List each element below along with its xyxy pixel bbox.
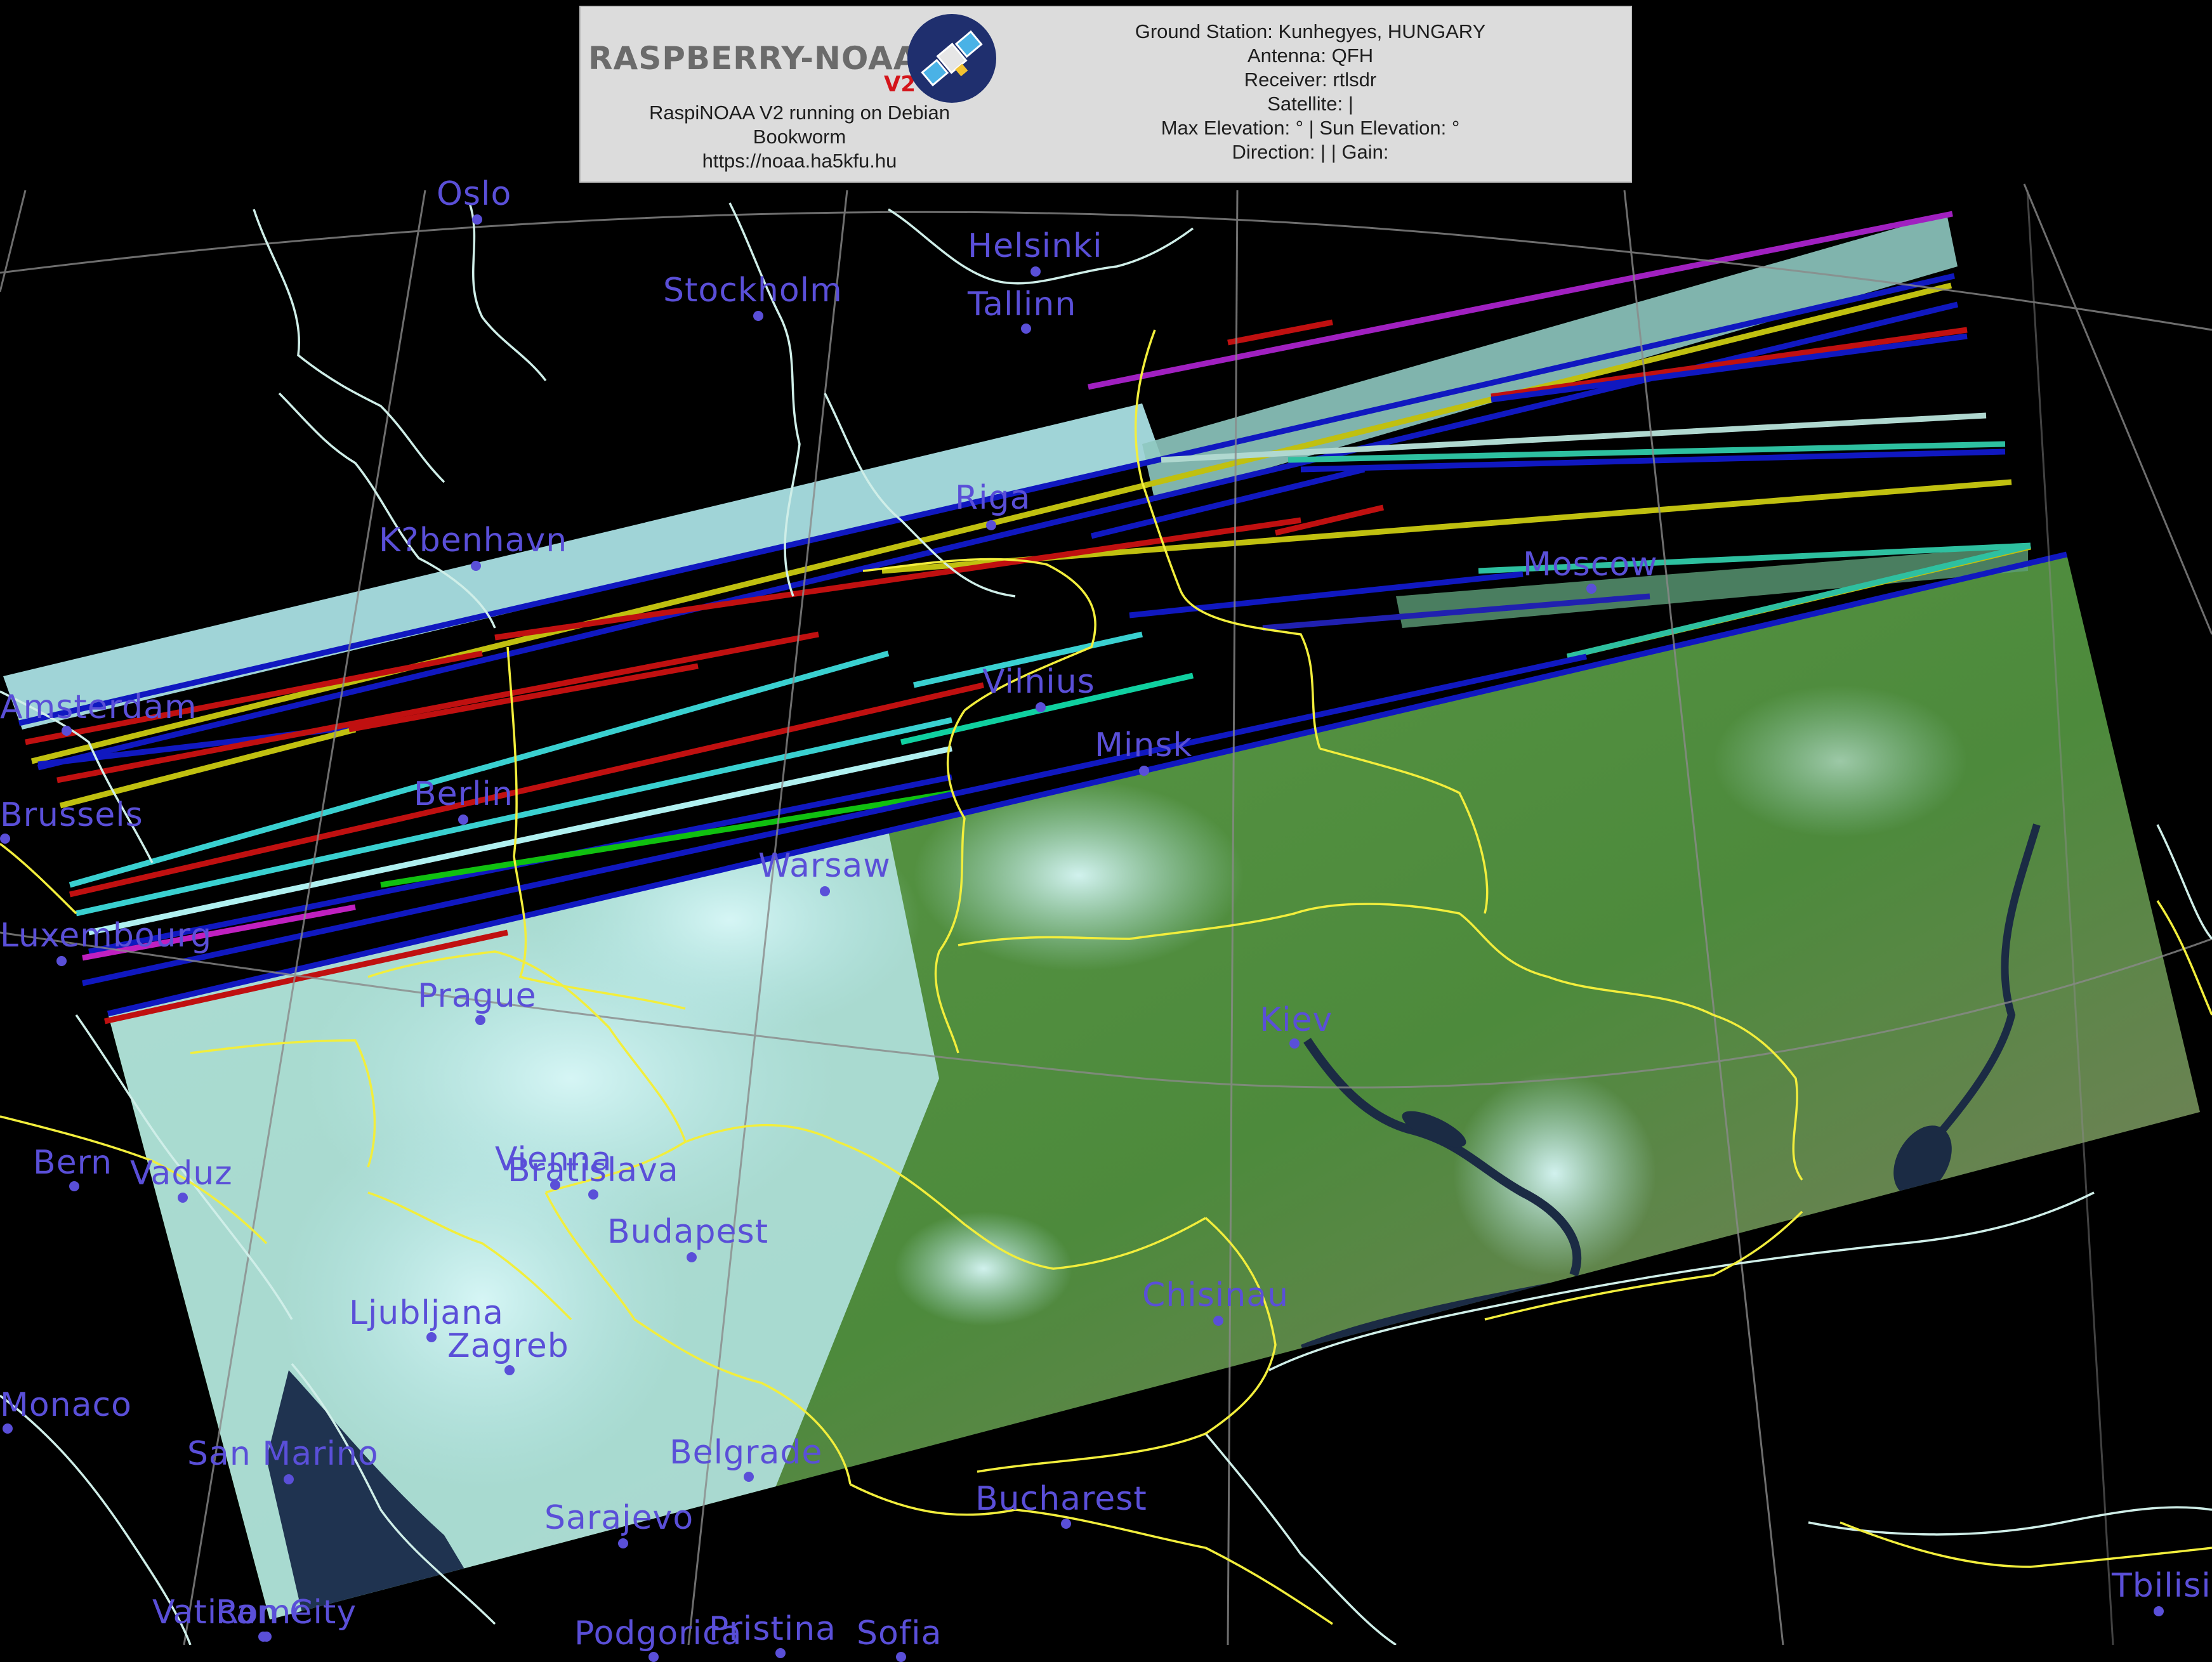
receiver-line: Receiver: rtlsdr (1244, 69, 1377, 91)
city-marker-sofia (896, 1652, 906, 1662)
antenna-line: Antenna: QFH (1247, 44, 1374, 67)
satellite-logo-icon (907, 14, 996, 103)
direction-gain-line: Direction: | | Gain: (1232, 141, 1389, 163)
system-info-line: Bookworm (753, 126, 846, 148)
ground-station-info-panel: RASPBERRY-NOAA V2 RaspiNOAA V2 running o… (579, 6, 1632, 183)
elevation-line: Max Elevation: ° | Sun Elevation: ° (1161, 117, 1460, 139)
ground-station-line: Ground Station: Kunhegyes, HUNGARY (1135, 20, 1486, 43)
system-info-line: RaspiNOAA V2 running on Debian (649, 101, 950, 124)
system-info-url: https://noaa.ha5kfu.hu (702, 150, 897, 172)
system-info: RaspiNOAA V2 running on Debian Bookworm … (600, 101, 999, 173)
pass-info: Ground Station: Kunhegyes, HUNGARY Anten… (1076, 20, 1545, 164)
satellite-line: Satellite: | (1267, 93, 1353, 115)
city-marker-pristina (775, 1648, 786, 1658)
logo-text: RASPBERRY-NOAA (588, 40, 919, 77)
city-marker-podgorica (648, 1652, 659, 1662)
satellite-map (0, 183, 2212, 1645)
raspberry-noaa-logo: RASPBERRY-NOAA V2 RaspiNOAA V2 running o… (581, 7, 1025, 184)
